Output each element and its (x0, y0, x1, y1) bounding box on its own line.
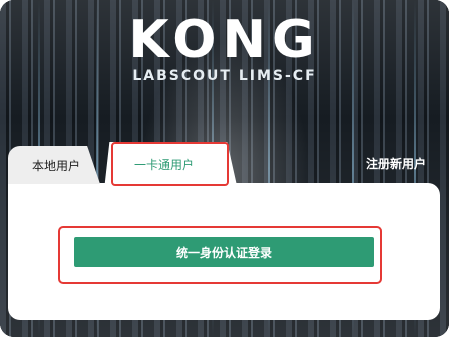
sso-login-button[interactable]: 统一身份认证登录 (74, 237, 374, 267)
brand-subtitle: LABSCOUT LIMS-CF (132, 68, 317, 84)
brand-logo: KONG (128, 10, 321, 70)
tab-local-user[interactable]: 本地用户 (8, 146, 100, 184)
highlight-box-tab (111, 142, 229, 186)
login-window: KONG LABSCOUT LIMS-CF 本地用户 一卡通用户 注册新用户 统… (0, 0, 449, 337)
register-link[interactable]: 注册新用户 (366, 155, 426, 172)
